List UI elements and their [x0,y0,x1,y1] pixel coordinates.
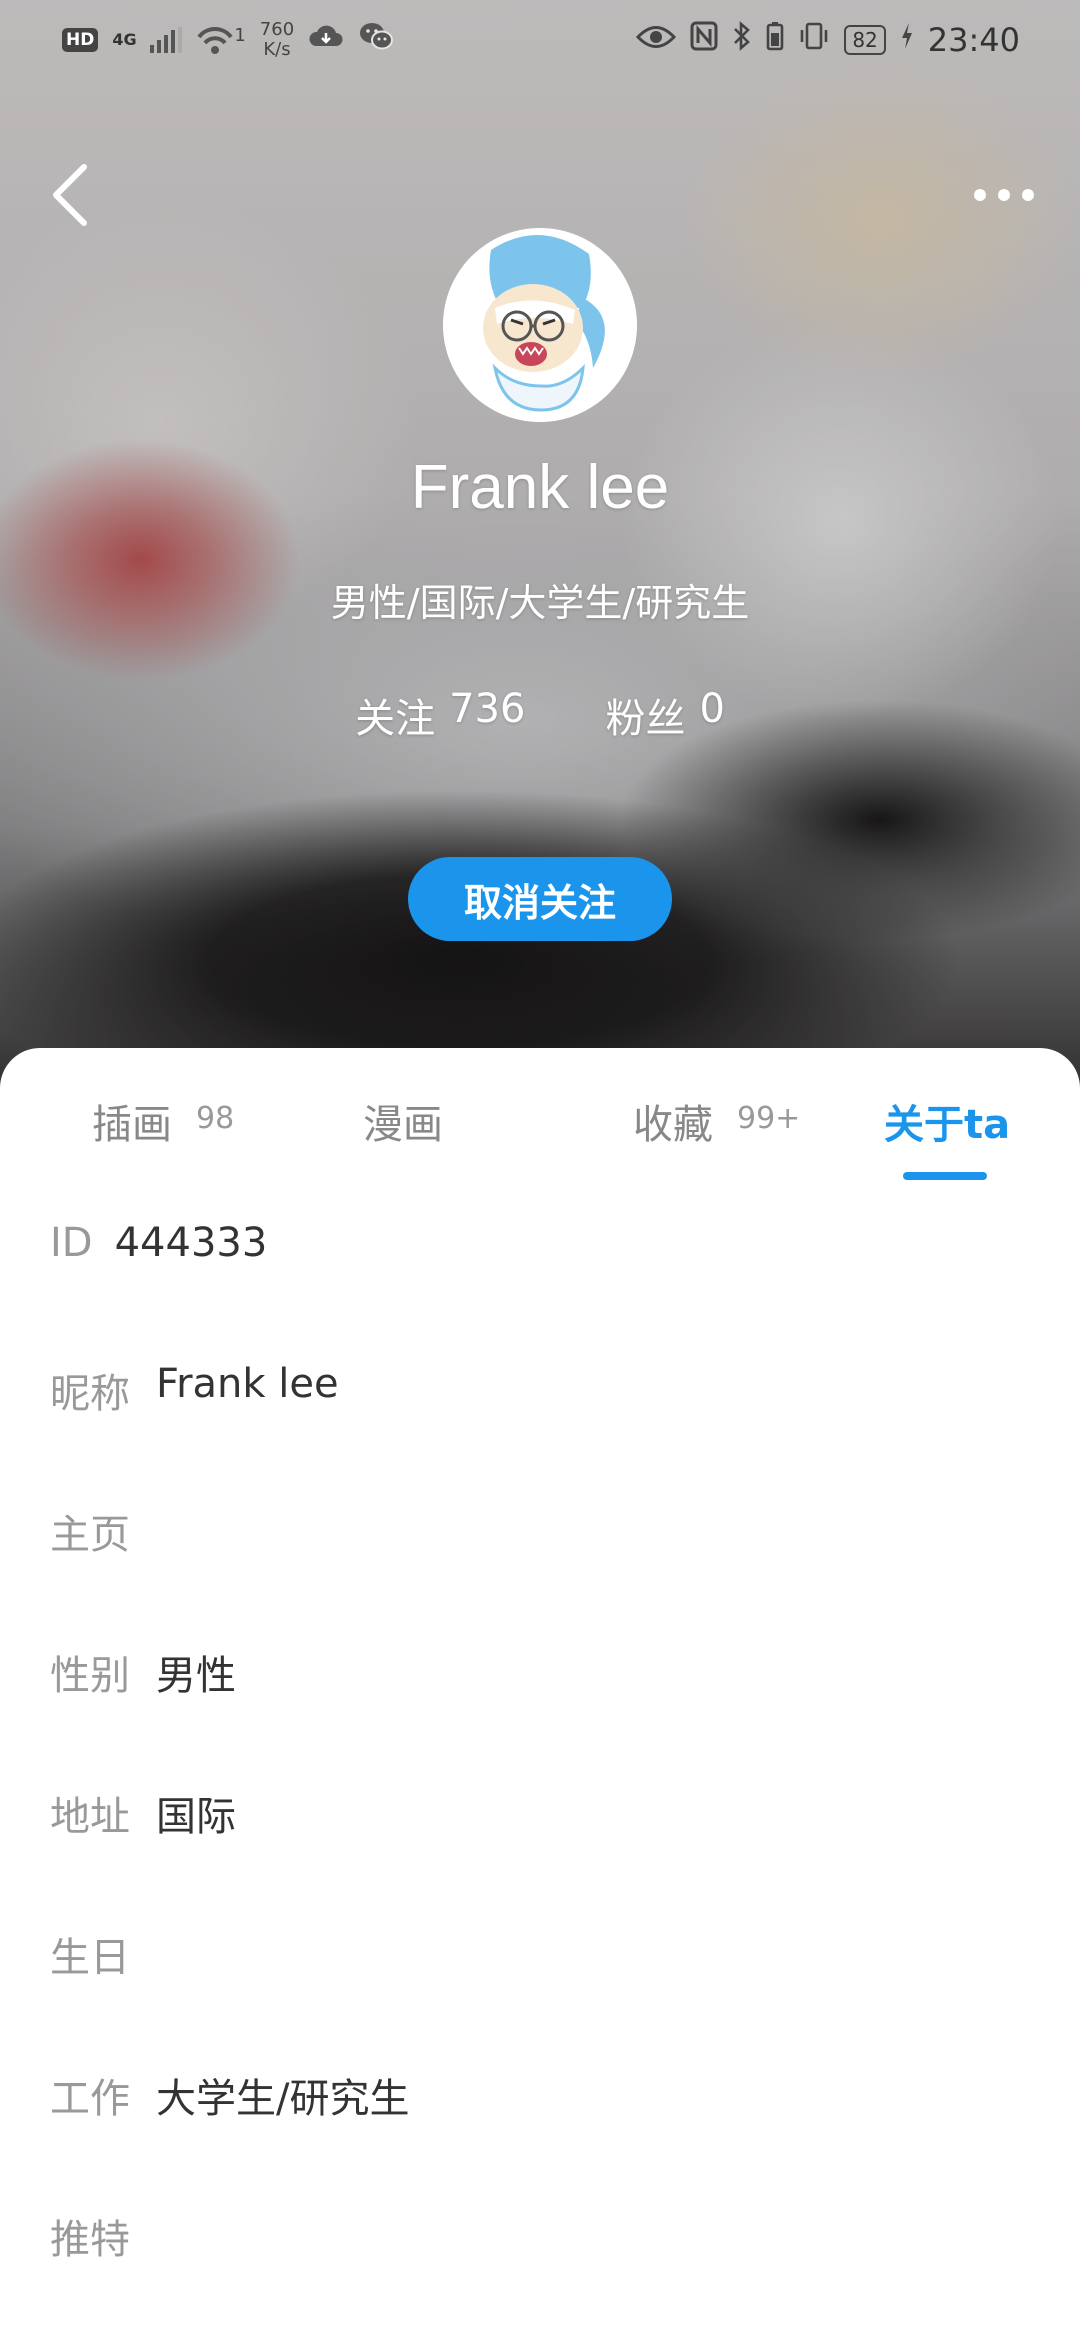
device-battery-icon [766,21,784,59]
info-value: 大学生/研究生 [156,2076,410,2122]
bluetooth-icon [732,21,752,59]
avatar[interactable] [443,228,637,422]
tab-label: 收藏 [633,1102,713,1148]
info-row-gender: 性别 男性 [0,1643,1080,1784]
eye-comfort-icon [636,23,677,58]
wechat-icon [358,21,394,59]
info-row-address: 地址 国际 [0,1784,1080,1925]
user-stats: 关注 736 粉丝 0 [0,686,1080,744]
info-value: 男性 [156,1653,236,1699]
info-label: 主页 [50,1512,130,1558]
info-label: 推特 [50,2217,130,2263]
tab-label: 关于ta [884,1102,1011,1148]
content-sheet: 插画 98 漫画 收藏 99+ 关于ta ID 444333 昵称 Frank … [0,1048,1080,2340]
signal-icon [150,27,183,53]
info-label: 工作 [50,2076,130,2122]
status-left: HD 4G 1 760 K/s [62,20,394,60]
active-tab-indicator [903,1172,987,1180]
tab-bar: 插画 98 漫画 收藏 99+ 关于ta [0,1048,1080,1180]
info-row-twitter: 推特 [0,2207,1080,2340]
info-label: 性别 [50,1653,130,1699]
followers-stat[interactable]: 粉丝 0 [605,686,724,744]
info-row-id: ID 444333 [0,1220,1080,1361]
status-bar: HD 4G 1 760 K/s 82 23:40 [0,0,1080,80]
about-info-list: ID 444333 昵称 Frank lee 主页 性别 男性 地址 国际 生日… [0,1220,1080,2340]
following-stat[interactable]: 关注 736 [355,686,525,744]
tab-about[interactable]: 关于ta [884,1092,1010,1152]
info-label: 地址 [50,1794,130,1840]
tab-label: 漫画 [363,1102,443,1148]
tab-illustrations[interactable]: 插画 98 [92,1092,234,1152]
info-value: 国际 [156,1794,236,1840]
charging-icon [900,22,914,58]
back-button[interactable] [40,160,100,230]
wifi-icon: 1 [196,25,246,55]
info-label: 昵称 [50,1371,130,1417]
info-row-job: 工作 大学生/研究生 [0,2066,1080,2207]
vibrate-icon [798,21,830,59]
followers-label: 粉丝 [605,696,686,742]
following-label: 关注 [355,696,436,742]
network-speed: 760 K/s [259,19,295,60]
back-arrow-icon [53,164,87,226]
followers-count: 0 [699,686,725,732]
clock: 23:40 [927,21,1020,59]
more-dots-icon [974,189,1034,201]
nfc-icon [690,21,718,59]
info-row-homepage: 主页 [0,1502,1080,1643]
unfollow-button[interactable]: 取消关注 [408,857,672,941]
user-tags: 男性/国际/大学生/研究生 [330,581,750,625]
shark-avatar-icon [443,228,637,422]
cloud-download-icon [308,22,344,58]
status-right: 82 23:40 [636,21,1020,59]
wifi-count: 1 [234,25,246,46]
tab-count: 98 [196,1101,235,1136]
info-label: ID [50,1220,93,1266]
info-value: Frank lee [156,1361,339,1407]
following-count: 736 [449,686,526,732]
tab-favorites[interactable]: 收藏 99+ [633,1092,800,1152]
more-button[interactable] [964,170,1044,220]
battery-indicator: 82 [844,25,886,55]
info-value: 444333 [114,1220,268,1266]
user-name: Frank lee [410,453,670,522]
info-row-birthday: 生日 [0,1925,1080,2066]
info-label: 生日 [50,1935,130,1981]
tab-count: 99+ [737,1101,801,1136]
info-row-nickname: 昵称 Frank lee [0,1361,1080,1502]
hd-badge: HD [62,28,99,52]
network-type: 4G [112,30,137,49]
tab-manga[interactable]: 漫画 [363,1092,443,1152]
tab-label: 插画 [92,1102,172,1148]
